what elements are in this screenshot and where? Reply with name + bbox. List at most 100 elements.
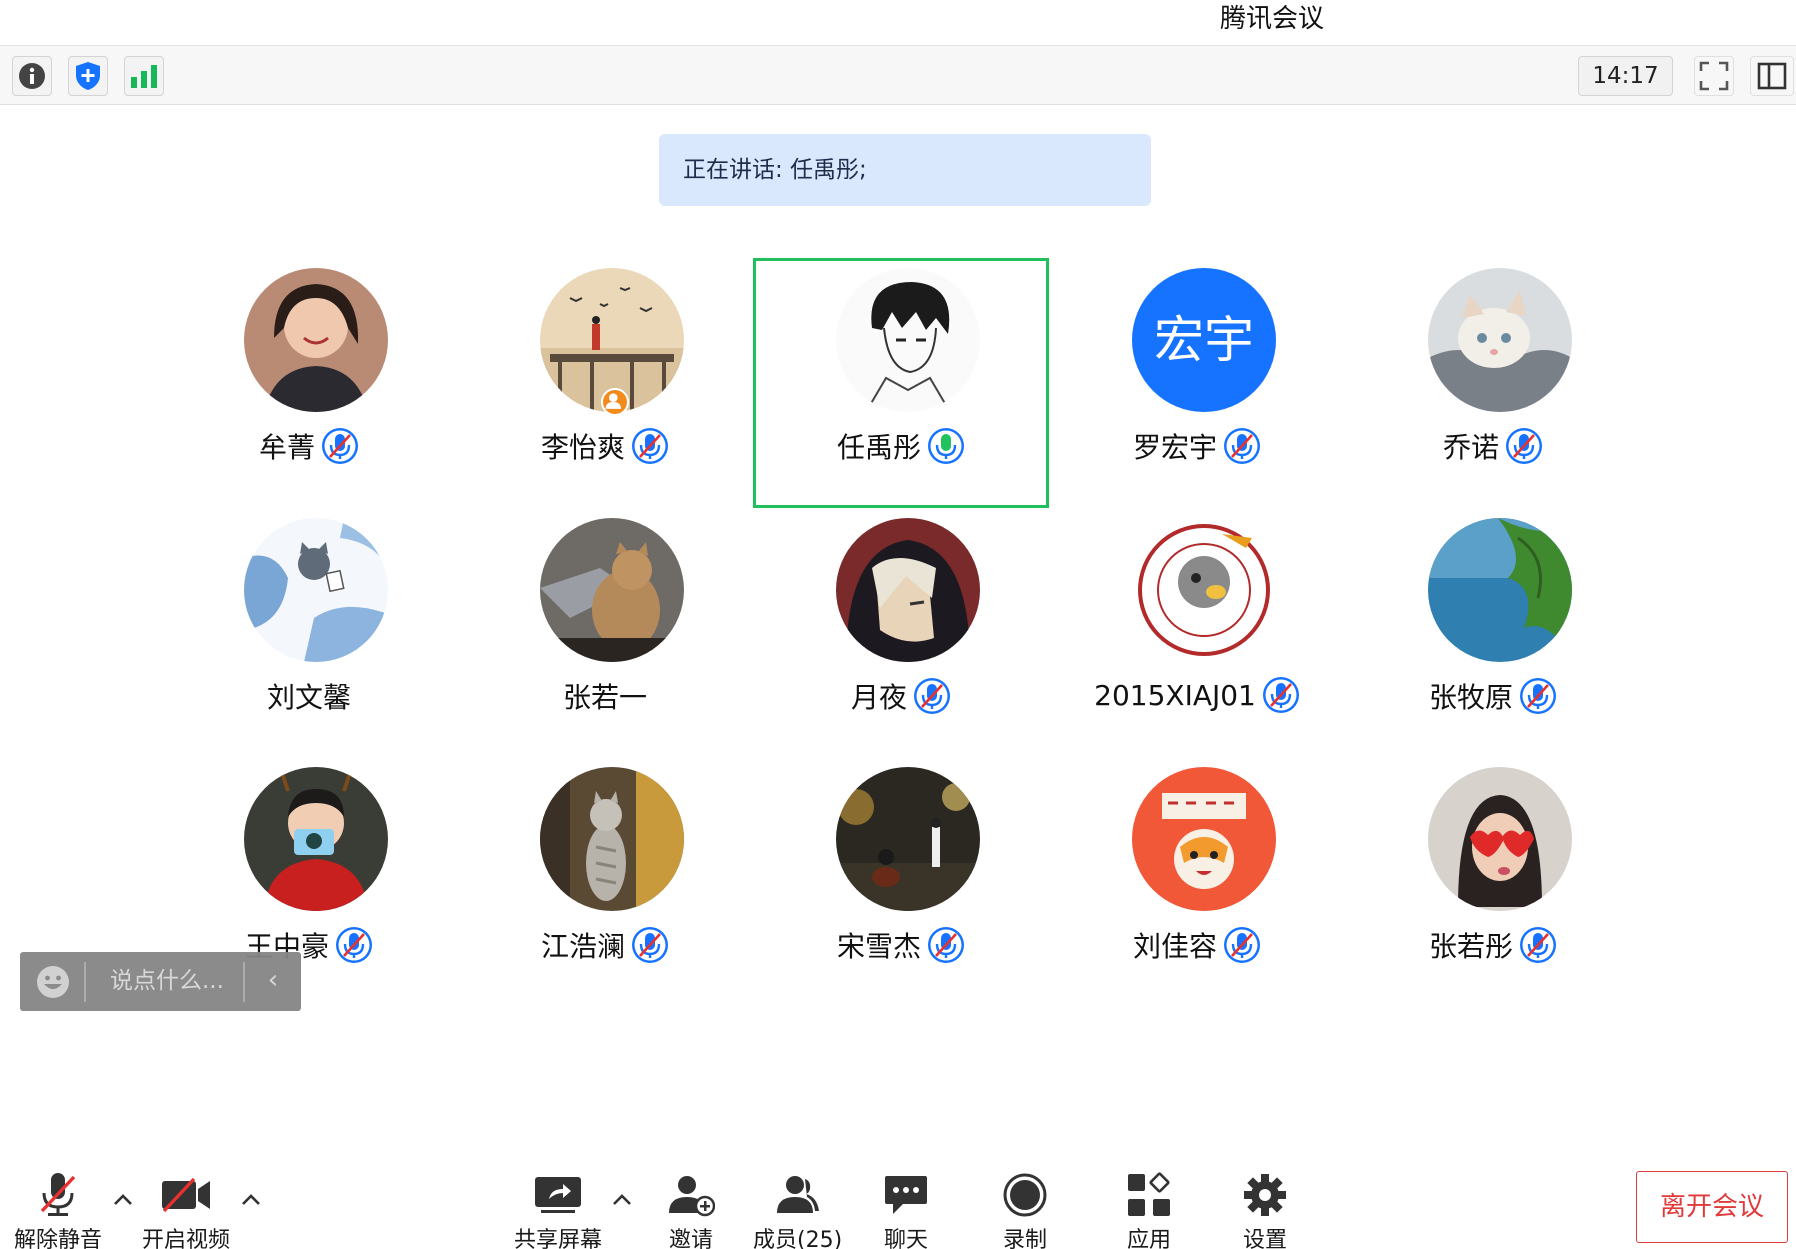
invite-button[interactable]: 邀请 [663,1170,719,1249]
mic-status [1223,427,1261,465]
participant-name: 牟菁 [258,431,315,464]
avatar [244,268,388,412]
record-button[interactable]: 录制 [997,1170,1053,1249]
members-label: 成员(25) [753,1228,843,1249]
invite-label: 邀请 [668,1228,713,1249]
avatar [836,767,980,911]
participant-tile[interactable]: 2015XIAJ01 [1049,508,1345,758]
network-status-button[interactable] [124,56,164,96]
participant-tile[interactable]: 江浩澜 [457,757,753,1007]
participant-tile[interactable]: 张若一 [457,508,753,758]
avatar [1428,268,1572,412]
participant-tile[interactable]: 乔诺 [1345,258,1641,508]
participant-name: 江浩澜 [540,930,625,963]
avatar-initials: 宏宇 [1154,311,1254,369]
chevron-up-icon[interactable] [111,1188,135,1212]
participant-tile[interactable]: 张若彤 [1345,757,1641,1007]
start-video-button[interactable]: 开启视频 [142,1170,230,1249]
signal-bars-icon [131,65,157,88]
chat-label: 聊天 [883,1228,928,1249]
settings-button[interactable]: 设置 [1237,1170,1293,1249]
participant-name-row: 2015XIAJ01 [1049,676,1345,714]
avatar [836,518,980,662]
mic-status [927,926,965,964]
host-icon [601,388,629,416]
members-button[interactable]: 成员(25) [753,1170,842,1249]
apps-grid-icon [1128,1172,1170,1216]
participant-tile[interactable]: 宏宇罗宏宇 [1049,258,1345,508]
participant-name-row: 乔诺 [1345,426,1641,466]
members-icon [776,1176,819,1213]
mic-status [335,926,373,964]
participant-tile[interactable]: 月夜 [753,508,1049,758]
mic-status [1262,676,1300,714]
gear-icon [1244,1174,1286,1216]
fullscreen-button[interactable] [1694,56,1734,96]
security-button[interactable] [68,56,108,96]
speaking-indicator: 正在讲话: 任禹彤; [659,134,1151,206]
avatar [1132,767,1276,911]
mic-muted-icon [1520,927,1556,963]
share-screen-button[interactable]: 共享屏幕 [514,1170,602,1249]
participant-name-row: 任禹彤 [756,426,1046,466]
participant-tile[interactable]: 张牧原 [1345,508,1641,758]
layout-button[interactable] [1750,56,1794,96]
participant-name-row: 月夜 [753,676,1049,716]
mic-status [913,677,951,715]
app-title: 腾讯会议 [1220,4,1325,34]
apps-label: 应用 [1126,1228,1171,1249]
participant-name-row: 宋雪杰 [753,925,1049,965]
participant-tile[interactable]: 宋雪杰 [753,757,1049,1007]
participant-name: 乔诺 [1442,431,1499,464]
layout-panel-icon [1757,62,1787,90]
start-video-label: 开启视频 [142,1228,231,1249]
info-icon [19,63,45,89]
mic-muted-icon [914,678,950,714]
mic-status [927,427,965,465]
participant-name: 张若彤 [1428,930,1513,963]
participant-tile[interactable]: 任禹彤 [753,258,1049,508]
share-screen-icon [535,1177,581,1213]
participant-name: 罗宏宇 [1132,431,1217,464]
apps-button[interactable]: 应用 [1121,1170,1177,1249]
share-screen-label: 共享屏幕 [514,1228,603,1249]
mic-muted-icon [40,1173,76,1216]
participant-tile[interactable]: 李怡爽 [457,258,753,508]
participant-name: 刘文馨 [266,681,351,714]
mic-status [631,926,669,964]
emoji-icon[interactable] [36,965,70,999]
chat-quick-input[interactable]: 说点什么... ‹ [20,952,301,1011]
avatar [540,767,684,911]
chat-placeholder[interactable]: 说点什么... [110,952,224,1011]
top-toolbar: 14:17 [0,46,1796,105]
add-user-icon [669,1176,715,1217]
participant-name: 任禹彤 [836,431,921,464]
mic-muted-icon [1224,927,1260,963]
avatar [244,767,388,911]
chat-button[interactable]: 聊天 [878,1170,934,1249]
mic-status [631,427,669,465]
chevron-left-icon[interactable]: ‹ [253,952,293,1011]
participant-name: 张牧原 [1428,681,1513,714]
participant-tile[interactable]: 牟菁 [161,258,457,508]
record-icon [1003,1173,1047,1217]
mic-muted-icon [322,428,358,464]
chevron-up-icon[interactable] [239,1188,263,1212]
participant-name: 刘佳容 [1132,930,1217,963]
participant-tile[interactable]: 刘佳容 [1049,757,1345,1007]
participant-name-row: 李怡爽 [457,426,753,466]
mic-status [1519,926,1557,964]
title-bar: 腾讯会议 [0,0,1796,46]
unmute-button[interactable]: 解除静音 [14,1170,102,1249]
avatar: 宏宇 [1132,268,1276,412]
mic-status [1223,926,1261,964]
record-label: 录制 [1002,1228,1047,1249]
mic-muted-icon [632,428,668,464]
participant-name: 月夜 [850,681,907,714]
participant-name-row: 江浩澜 [457,925,753,965]
chevron-up-icon[interactable] [610,1188,634,1212]
bottom-control-bar: 解除静音 开启视频 共享屏幕 邀请 成员(25) 聊天 录制 应用 设置 离开会… [0,1160,1796,1249]
info-button[interactable] [12,56,52,96]
leave-meeting-button[interactable]: 离开会议 [1636,1171,1788,1243]
participant-tile[interactable]: 刘文馨 [161,508,457,758]
